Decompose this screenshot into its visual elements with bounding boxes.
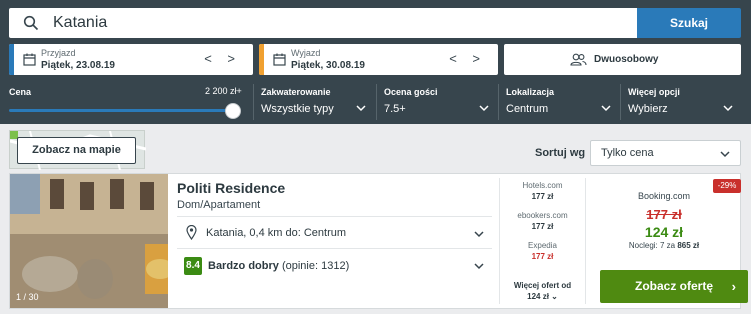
divider xyxy=(177,216,492,217)
rating-count: (opinie: 1312) xyxy=(281,260,350,272)
more-offers-link[interactable]: Więcej ofert od 124 zł ⌄ xyxy=(500,280,585,302)
filter-divider xyxy=(376,84,377,120)
deal-site: Expedia xyxy=(528,241,557,250)
search-input[interactable]: Katania xyxy=(53,14,107,32)
photo-counter: 1 / 30 xyxy=(16,292,39,302)
checkin-label: Przyjazd xyxy=(41,48,76,58)
map-pin-icon xyxy=(186,225,197,240)
location-filter-value[interactable]: Centrum xyxy=(506,103,548,115)
checkout-value: Piątek, 30.08.19 xyxy=(291,60,365,71)
sort-label: Sortuj wg xyxy=(535,147,586,159)
chevron-down-icon[interactable] xyxy=(474,261,484,271)
deal-site: Hotels.com xyxy=(522,181,563,190)
chevron-down-icon[interactable] xyxy=(601,103,611,113)
hotel-name[interactable]: Politi Residence xyxy=(177,180,285,196)
chevron-down-icon[interactable] xyxy=(356,103,366,113)
chevron-down-icon[interactable] xyxy=(479,103,489,113)
chevron-right-icon: › xyxy=(731,279,736,294)
room-label: Dwuosobowy xyxy=(594,54,659,65)
hotel-type: Dom/Apartament xyxy=(177,199,261,211)
lodging-filter-label: Zakwaterowanie xyxy=(261,87,331,97)
guest-rating-filter-label: Ocena gości xyxy=(384,87,438,97)
checkout-accent-bar xyxy=(259,44,264,75)
checkout-label: Wyjazd xyxy=(291,48,321,58)
rating-text: Bardzo dobry xyxy=(208,260,279,272)
hotel-rating[interactable]: Bardzo dobry (opinie: 1312) xyxy=(208,260,349,272)
checkin-date[interactable]: Przyjazd Piątek, 23.08.19 < > xyxy=(9,44,253,75)
nights-total: Noclegi: 7 za 865 zł xyxy=(586,241,742,250)
view-deal-button[interactable]: Zobacz ofertę › xyxy=(600,270,748,303)
checkin-accent-bar xyxy=(9,44,14,75)
more-offers-price: 124 zł ⌄ xyxy=(527,292,558,301)
calendar-icon xyxy=(23,53,36,66)
nights-text: Noclegi: 7 za xyxy=(628,241,676,250)
deal-item[interactable]: Expedia 177 zł xyxy=(500,241,585,261)
old-price: 177 zł xyxy=(646,207,682,222)
price-slider-handle[interactable] xyxy=(225,103,241,119)
search-field[interactable]: Katania xyxy=(9,8,637,38)
users-icon xyxy=(570,53,587,66)
best-deal-site: Booking.com xyxy=(637,191,691,201)
calendar-icon xyxy=(273,53,286,66)
checkout-date[interactable]: Wyjazd Piątek, 30.08.19 < > xyxy=(259,44,498,75)
sort-select-value: Tylko cena xyxy=(601,147,654,159)
room-selector[interactable]: Dwuosobowy xyxy=(504,44,741,75)
more-options-filter-label: Więcej opcji xyxy=(628,87,680,97)
more-offers-label: Więcej ofert od xyxy=(513,281,572,290)
deal-site: ebookers.com xyxy=(517,211,568,220)
nights-total-price: 865 zł xyxy=(677,241,700,250)
checkin-value: Piątek, 23.08.19 xyxy=(41,60,115,71)
price-slider-track[interactable] xyxy=(9,109,233,112)
deal-item[interactable]: Hotels.com 177 zł xyxy=(500,181,585,201)
deal-price: 177 zł xyxy=(531,252,554,261)
sort-select[interactable]: Tylko cena xyxy=(590,140,741,166)
guest-rating-filter-value[interactable]: 7.5+ xyxy=(384,103,406,115)
show-on-map-button[interactable]: Zobacz na mapie xyxy=(17,137,136,164)
hotel-location[interactable]: Katania, 0,4 km do: Centrum xyxy=(206,227,346,239)
location-filter-label: Lokalizacja xyxy=(506,87,555,97)
search-button[interactable]: Szukaj xyxy=(637,8,741,38)
lodging-filter-value[interactable]: Wszystkie typy xyxy=(261,103,334,115)
more-options-filter-value[interactable]: Wybierz xyxy=(628,103,668,115)
filter-divider xyxy=(620,84,621,120)
best-price: 124 zł xyxy=(644,224,684,240)
deal-price: 177 zł xyxy=(531,192,554,201)
price-max-value: 2 200 zł+ xyxy=(205,86,242,96)
chevron-down-icon[interactable] xyxy=(474,229,484,239)
view-deal-label: Zobacz ofertę xyxy=(634,279,713,293)
deal-price: 177 zł xyxy=(531,222,554,231)
search-header: Katania Szukaj Przyjazd Piątek, 23.08.19… xyxy=(0,0,751,124)
hotel-photo-image xyxy=(10,174,168,308)
chevron-down-icon[interactable] xyxy=(723,103,733,113)
checkin-prev-next-arrows[interactable]: < > xyxy=(204,51,241,66)
hotel-photo[interactable]: 1 / 30 xyxy=(10,174,168,308)
search-icon xyxy=(23,15,39,31)
chevron-down-icon xyxy=(720,151,730,158)
deal-item[interactable]: ebookers.com 177 zł xyxy=(500,211,585,231)
price-filter-label: Cena xyxy=(9,87,32,97)
rating-score-badge: 8.4 xyxy=(184,257,202,275)
divider xyxy=(177,248,492,249)
checkout-prev-next-arrows[interactable]: < > xyxy=(449,51,486,66)
filter-divider xyxy=(498,84,499,120)
filter-divider xyxy=(253,84,254,120)
hotel-card: 1 / 30 Politi Residence Dom/Apartament K… xyxy=(9,173,748,309)
